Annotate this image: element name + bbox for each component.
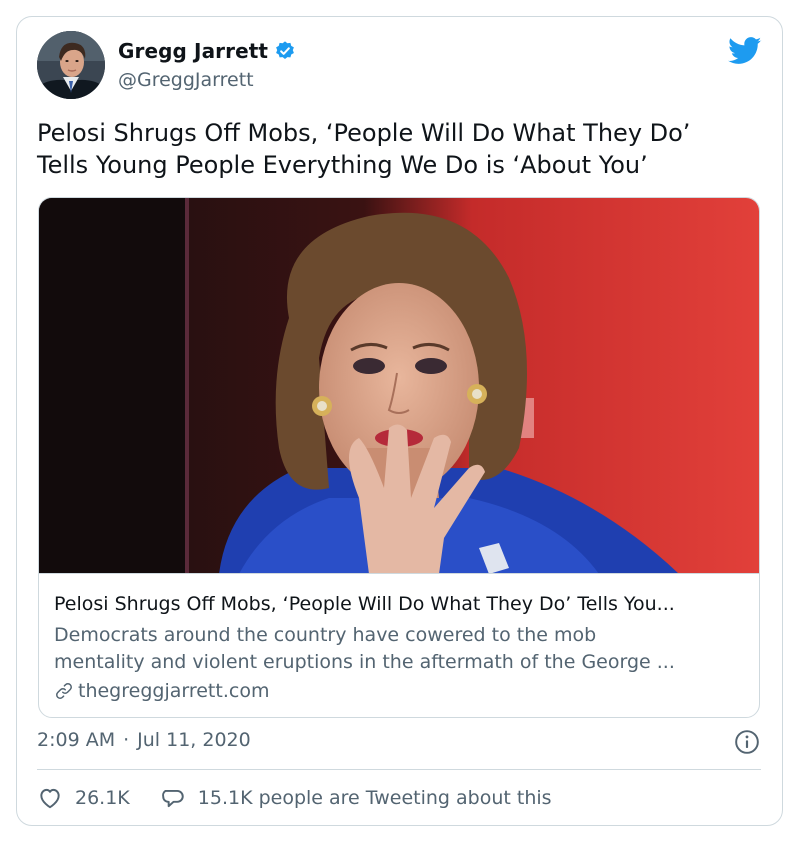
- link-preview-title[interactable]: Pelosi Shrugs Off Mobs, ‘People Will Do …: [54, 592, 749, 616]
- link-domain-text: thegreggjarrett.com: [78, 680, 270, 702]
- link-preview-description: Democrats around the country have cowere…: [54, 622, 749, 676]
- like-count: 26.1K: [75, 787, 130, 809]
- tweet-card: Gregg Jarrett @GreggJarrett Pelosi Shrug…: [16, 16, 783, 826]
- tweet-text-line: Tells Young People Everything We Do is ‘…: [37, 151, 648, 179]
- link-preview-domain[interactable]: thegreggjarrett.com: [54, 680, 269, 702]
- tweet-text: Pelosi Shrugs Off Mobs, ‘People Will Do …: [37, 117, 767, 181]
- like-button[interactable]: 26.1K: [37, 785, 130, 811]
- tweet-header: Gregg Jarrett @GreggJarrett: [37, 31, 757, 101]
- divider: [37, 769, 761, 770]
- tweet-time: 2:09 AM: [37, 729, 116, 751]
- info-icon[interactable]: [734, 729, 760, 755]
- twitter-bird-icon[interactable]: [728, 37, 762, 65]
- timestamp-separator: ·: [123, 729, 130, 751]
- article-photo: [39, 198, 759, 573]
- tweet-date: Jul 11, 2020: [137, 729, 251, 751]
- author-avatar[interactable]: [37, 31, 105, 99]
- link-preview-image[interactable]: [39, 198, 759, 574]
- speech-bubble-icon: [161, 789, 184, 808]
- author-name-row: Gregg Jarrett: [118, 39, 296, 63]
- tweet-timestamp[interactable]: 2:09 AM · Jul 11, 2020: [37, 729, 251, 751]
- tweet-text-line: Pelosi Shrugs Off Mobs, ‘People Will Do …: [37, 119, 691, 147]
- tweeting-count-text: 15.1K people are Tweeting about this: [197, 787, 552, 809]
- author-display-name[interactable]: Gregg Jarrett: [118, 39, 268, 63]
- verified-badge-icon: [276, 41, 294, 59]
- link-icon: [56, 683, 72, 699]
- heart-icon: [40, 788, 60, 809]
- reply-conversation-button[interactable]: 15.1K people are Tweeting about this: [160, 785, 552, 811]
- avatar-image: [37, 31, 105, 99]
- link-description-line: Democrats around the country have cowere…: [54, 624, 597, 646]
- link-description-line: mentality and violent eruptions in the a…: [54, 651, 675, 673]
- link-preview-card[interactable]: Pelosi Shrugs Off Mobs, ‘People Will Do …: [38, 197, 760, 718]
- author-handle[interactable]: @GreggJarrett: [118, 69, 254, 91]
- tweet-actions: 26.1K 15.1K people are Tweeting about th…: [37, 785, 552, 811]
